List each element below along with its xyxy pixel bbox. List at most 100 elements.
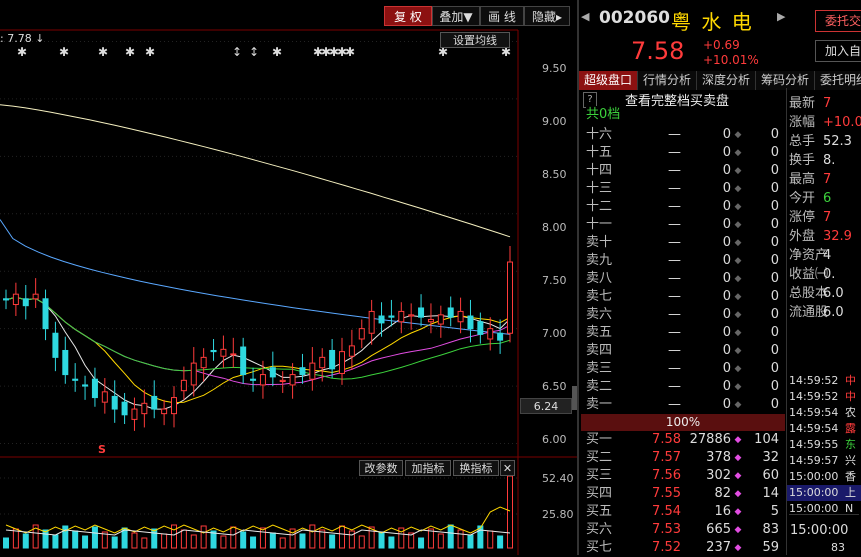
expand-right-icon[interactable]: ▶: [777, 10, 785, 23]
overlay-button[interactable]: 叠加▼: [432, 6, 480, 26]
buy-row[interactable]: 买六 7.53 665 ◆ 83: [583, 521, 783, 539]
diamond-icon: ◆: [734, 274, 742, 284]
buy-row[interactable]: 买五 7.54 16 ◆ 5: [583, 503, 783, 521]
sell-row[interactable]: 卖二 —0 ◆ 0: [583, 378, 783, 396]
hide-button[interactable]: 隐藏▸: [524, 6, 570, 26]
add-watchlist-button[interactable]: 加入自: [815, 40, 861, 62]
tick-row: 14:59:55 东: [787, 437, 861, 453]
ma-settings-button[interactable]: 设置均线: [440, 32, 510, 48]
stat-value: 8.: [823, 153, 836, 168]
buy-row[interactable]: 买二 7.57 378 ◆ 32: [583, 449, 783, 467]
current-price-tag: 6.24: [520, 398, 572, 414]
volume-bar: [22, 533, 29, 549]
collapse-left-icon[interactable]: ◀: [581, 10, 589, 23]
sell-row[interactable]: 卖七 —0 ◆ 0: [583, 288, 783, 306]
buy-volume: 82: [714, 486, 731, 501]
stock-code: 002060: [599, 8, 670, 28]
sell-row[interactable]: 卖一 —0 ◆ 0: [583, 396, 783, 414]
sell-volume: 0: [722, 271, 731, 286]
add-indicator-button[interactable]: 加指标: [405, 460, 451, 476]
ma-long-line: [0, 104, 511, 238]
volume-bar: [427, 528, 434, 549]
sell-row[interactable]: 卖九 —0 ◆ 0: [583, 252, 783, 270]
sell-price: —: [668, 163, 681, 178]
buy-price: 7.54: [652, 504, 681, 519]
sell-level-label: 卖九: [586, 253, 613, 268]
sell-price: —: [668, 325, 681, 340]
candle-body: [447, 307, 454, 318]
candle-body: [141, 402, 148, 415]
sell-level-label: 卖八: [586, 271, 613, 286]
sell-count: 0: [770, 271, 779, 286]
draw-line-button[interactable]: 画 线: [480, 6, 524, 26]
sell-price: —: [668, 145, 681, 160]
sell-count: 0: [770, 379, 779, 394]
stat-label: 涨幅: [789, 115, 816, 130]
switch-indicator-button[interactable]: 换指标: [453, 460, 499, 476]
volume-bar: [141, 537, 148, 549]
volume-bar: [437, 533, 444, 549]
buy-price: 7.56: [652, 468, 681, 483]
tick-time: 14:59:54: [789, 406, 839, 419]
sell-volume: 0: [722, 397, 731, 412]
tick-time: 15:00:00: [789, 486, 839, 499]
buy-row[interactable]: 买四 7.55 82 ◆ 14: [583, 485, 783, 503]
trade-button[interactable]: 委托交: [815, 10, 861, 32]
stock-name: 粤 水 电: [671, 10, 754, 34]
tab-depth-analysis[interactable]: 深度分析: [697, 71, 756, 90]
buy-level-label: 买三: [586, 468, 613, 483]
buy-row[interactable]: 买一 7.58 27886 ◆ 104: [583, 431, 783, 449]
candle-body: [269, 367, 276, 378]
sell-row[interactable]: 卖十 —0 ◆ 0: [583, 234, 783, 252]
sell-volume: 0: [722, 379, 731, 394]
sell-row[interactable]: 卖三 —0 ◆ 0: [583, 360, 783, 378]
sell-row[interactable]: 卖八 —0 ◆ 0: [583, 270, 783, 288]
sell-row[interactable]: 十三 —0 ◆ 0: [583, 180, 783, 198]
change-params-button[interactable]: 改参数: [359, 460, 403, 476]
sell-count: 0: [770, 217, 779, 232]
tick-row: 14:59:52 中: [787, 373, 861, 389]
candle-body: [32, 293, 39, 300]
buy-count: 83: [762, 522, 779, 537]
sell-row[interactable]: 十二 —0 ◆ 0: [583, 198, 783, 216]
sell-row[interactable]: 十五 —0 ◆ 0: [583, 144, 783, 162]
sell-row[interactable]: 卖五 —0 ◆ 0: [583, 324, 783, 342]
tab-market-analysis[interactable]: 行情分析: [638, 71, 697, 90]
buy-row[interactable]: 买三 7.56 302 ◆ 60: [583, 467, 783, 485]
sell-level-label: 十六: [586, 127, 613, 142]
diamond-icon: ◆: [734, 400, 742, 410]
candle-body: [398, 310, 405, 323]
candle-body: [339, 351, 345, 374]
tab-super-orderbook[interactable]: 超级盘口: [579, 71, 638, 90]
price-axis-tick: 8.50: [542, 168, 567, 181]
close-icon[interactable]: ✕: [500, 460, 515, 476]
kline-chart-area[interactable]: ✱ ✱ ✱ ✱ ✱ ↕ ↕ ✱ ✱ ✱ ✱ ✱ ✱ ✱ ✱ 复 权 叠加▼ 画 线 隐藏▸ : 7.78 ↓…: [0, 0, 577, 555]
sell-row[interactable]: 十四 —0 ◆ 0: [583, 162, 783, 180]
s-marker: S: [98, 443, 106, 456]
buy-count: 32: [762, 450, 779, 465]
volume-bar: [12, 528, 19, 549]
sell-row[interactable]: 十一 —0 ◆ 0: [583, 216, 783, 234]
diamond-icon: ◆: [734, 220, 742, 230]
fuquan-button[interactable]: 复 权: [384, 6, 432, 26]
sell-row[interactable]: 十六 —0 ◆ 0: [583, 126, 783, 144]
volume-bar: [348, 530, 355, 549]
sell-price: —: [668, 199, 681, 214]
diamond-icon: ◆: [734, 435, 742, 445]
volume-bar: [250, 536, 257, 549]
buy-level-label: 买五: [586, 504, 613, 519]
candle-body: [319, 356, 326, 369]
price-axis-tick: 8.00: [542, 221, 567, 234]
tick-time: 14:59:55: [789, 438, 839, 451]
sell-level-label: 卖七: [586, 289, 613, 304]
tab-order-details[interactable]: 委托明细: [815, 71, 861, 90]
volume-bar: [111, 536, 118, 549]
buy-volume: 27886: [689, 432, 731, 447]
buy-price: 7.57: [652, 450, 681, 465]
buy-row[interactable]: 买七 7.52 237 ◆ 59: [583, 539, 783, 557]
sell-row[interactable]: 卖四 —0 ◆ 0: [583, 342, 783, 360]
diamond-icon: ◆: [734, 310, 742, 320]
candle-body: [230, 353, 237, 356]
sell-row[interactable]: 卖六 —0 ◆ 0: [583, 306, 783, 324]
candle-body: [289, 374, 296, 386]
